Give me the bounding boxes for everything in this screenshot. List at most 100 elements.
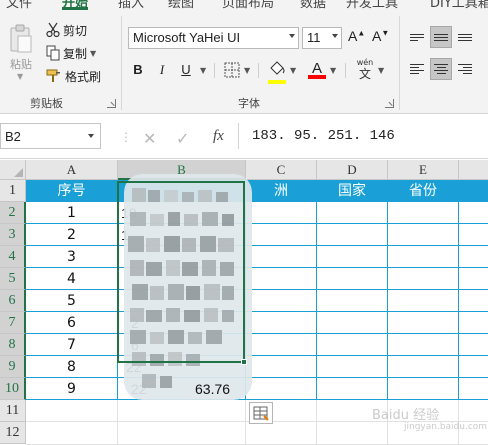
tab-data[interactable]: 数据 — [300, 0, 326, 10]
column-header-c[interactable]: C — [246, 160, 317, 180]
extra-cell[interactable] — [459, 268, 488, 290]
row-header-5[interactable]: 5 — [0, 268, 26, 290]
extra-cell[interactable] — [459, 224, 488, 246]
province-cell[interactable] — [388, 378, 459, 400]
row-header-2[interactable]: 2 — [0, 202, 26, 224]
continent-cell[interactable] — [246, 246, 317, 268]
phonetic-guide-button[interactable]: wén 文 — [354, 58, 376, 81]
borders-button[interactable] — [224, 62, 240, 78]
format-painter-button[interactable]: 格式刷 — [46, 66, 101, 86]
chevron-down-icon[interactable]: ▼ — [244, 66, 250, 75]
header-cell-extra[interactable] — [459, 180, 488, 202]
province-cell[interactable] — [388, 312, 459, 334]
province-cell[interactable] — [388, 224, 459, 246]
serial-cell[interactable]: 3 — [26, 246, 118, 268]
country-cell[interactable] — [317, 290, 388, 312]
continent-cell[interactable] — [246, 378, 317, 400]
row-header-11[interactable]: 11 — [0, 400, 26, 422]
align-right-button[interactable] — [454, 58, 476, 80]
chevron-down-icon[interactable]: ▼ — [378, 66, 384, 75]
row-header-10[interactable]: 10 — [0, 378, 26, 400]
select-all-button[interactable] — [0, 160, 26, 180]
cancel-entry-button[interactable]: ✕ — [143, 129, 156, 148]
tab-page-layout[interactable]: 页面布局 — [222, 0, 274, 10]
top-align-button[interactable] — [406, 26, 428, 48]
ip-cell[interactable] — [118, 268, 246, 290]
country-cell[interactable] — [317, 334, 388, 356]
ip-cell[interactable]: 6 — [118, 334, 246, 356]
ip-cell[interactable]: 1 — [118, 224, 246, 246]
row-header-1[interactable]: 1 — [0, 180, 26, 202]
province-cell[interactable] — [388, 202, 459, 224]
column-header-d[interactable]: D — [317, 160, 388, 180]
tab-draw[interactable]: 绘图 — [168, 0, 194, 10]
country-cell[interactable] — [317, 202, 388, 224]
row-header-12[interactable]: 12 — [0, 422, 26, 444]
empty-cell[interactable] — [118, 422, 246, 445]
serial-cell[interactable]: 5 — [26, 290, 118, 312]
empty-cell[interactable] — [459, 400, 488, 422]
center-button[interactable] — [430, 58, 452, 80]
row-header-6[interactable]: 6 — [0, 290, 26, 312]
tab-insert[interactable]: 插入 — [118, 0, 144, 10]
clipboard-dialog-launcher[interactable] — [107, 99, 116, 108]
empty-cell[interactable] — [118, 400, 246, 422]
serial-cell[interactable]: 7 — [26, 334, 118, 356]
empty-cell[interactable] — [26, 422, 118, 445]
chevron-down-icon[interactable]: ▼ — [90, 49, 96, 58]
country-cell[interactable] — [317, 356, 388, 378]
serial-cell[interactable]: 4 — [26, 268, 118, 290]
continent-cell[interactable] — [246, 312, 317, 334]
province-cell[interactable] — [388, 290, 459, 312]
country-cell[interactable] — [317, 224, 388, 246]
confirm-entry-button[interactable]: ✓ — [176, 129, 189, 148]
fill-handle[interactable] — [241, 359, 247, 365]
column-header-f[interactable] — [459, 160, 488, 180]
serial-cell[interactable]: 8 — [26, 356, 118, 378]
row-header-8[interactable]: 8 — [0, 334, 26, 356]
header-cell-serial[interactable]: 序号 — [26, 180, 118, 202]
ip-cell[interactable]: 22 — [118, 356, 246, 378]
tab-diy-toolbox[interactable]: DIY工具箱 — [430, 0, 488, 10]
underline-button[interactable]: U — [178, 60, 194, 80]
ip-cell[interactable]: 22 63.76 — [118, 378, 246, 400]
extra-cell[interactable] — [459, 290, 488, 312]
country-cell[interactable] — [317, 246, 388, 268]
header-cell-continent[interactable]: 洲 — [246, 180, 317, 202]
ip-cell[interactable] — [118, 246, 246, 268]
serial-cell[interactable]: 2 — [26, 224, 118, 246]
worksheet-grid[interactable]: A B C D E 1 2 3 4 5 6 7 8 9 10 11 12 序号 … — [0, 160, 488, 445]
font-size-select[interactable]: 11 — [302, 27, 342, 49]
bottom-align-button[interactable] — [454, 26, 476, 48]
extra-cell[interactable] — [459, 378, 488, 400]
empty-cell[interactable] — [246, 422, 317, 445]
serial-cell[interactable]: 6 — [26, 312, 118, 334]
empty-cell[interactable] — [317, 422, 388, 445]
continent-cell[interactable] — [246, 356, 317, 378]
country-cell[interactable] — [317, 378, 388, 400]
column-header-b[interactable]: B — [118, 160, 246, 180]
row-header-3[interactable]: 3 — [0, 224, 26, 246]
province-cell[interactable] — [388, 268, 459, 290]
tab-file[interactable]: 文件 — [6, 0, 32, 10]
font-color-button[interactable]: A — [308, 58, 326, 82]
header-cell-ip[interactable] — [118, 180, 246, 202]
tab-developer[interactable]: 开发工具 — [346, 0, 398, 10]
name-box[interactable]: B2 — [0, 123, 101, 149]
shrink-font-button[interactable]: A▼ — [372, 28, 389, 44]
row-header-9[interactable]: 9 — [0, 356, 26, 378]
row-header-7[interactable]: 7 — [0, 312, 26, 334]
extra-cell[interactable] — [459, 334, 488, 356]
continent-cell[interactable] — [246, 268, 317, 290]
header-cell-country[interactable]: 国家 — [317, 180, 388, 202]
font-dialog-launcher[interactable] — [385, 99, 394, 108]
formula-input[interactable]: 183. 95. 251. 146 — [244, 123, 488, 149]
bold-button[interactable]: B — [130, 60, 146, 80]
extra-cell[interactable] — [459, 312, 488, 334]
italic-button[interactable]: I — [154, 60, 170, 80]
chevron-down-icon[interactable]: ▼ — [330, 66, 336, 75]
country-cell[interactable] — [317, 312, 388, 334]
row-header-4[interactable]: 4 — [0, 246, 26, 268]
grow-font-button[interactable]: A▲ — [348, 28, 365, 44]
province-cell[interactable] — [388, 356, 459, 378]
